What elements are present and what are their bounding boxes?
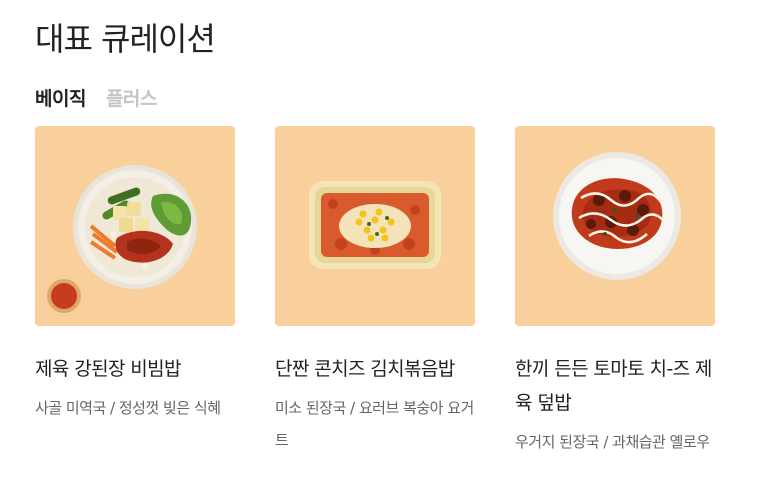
curation-tabs: 베이직 플러스	[35, 84, 157, 111]
product-image-tomato-cheese[interactable]	[515, 126, 715, 326]
tab-basic[interactable]: 베이직	[35, 84, 86, 111]
product-image-bibimbap[interactable]	[35, 126, 235, 326]
product-card[interactable]: 단짠 콘치즈 김치볶음밥 미소 된장국 / 요러브 복숭아 요거트	[275, 126, 475, 456]
product-sides: 우거지 된장국 / 과채습관 옐로우	[515, 433, 710, 451]
product-name[interactable]: 한끼 든든 토마토 치-즈 제육 덮밥	[515, 352, 715, 420]
tomato-cheese-plate-icon	[553, 152, 681, 280]
product-sides: 미소 된장국 / 요러브 복숭아 요거트	[275, 399, 474, 449]
product-card[interactable]: 한끼 든든 토마토 치-즈 제육 덮밥 우거지 된장국 / 과채습관 옐로우	[515, 126, 715, 458]
product-sides: 사골 미역국 / 정성껏 빚은 식혜	[35, 399, 221, 417]
section-title: 대표 큐레이션	[35, 20, 216, 58]
product-name[interactable]: 제육 강된장 비빔밥	[35, 352, 235, 386]
kimchi-rice-tray-icon	[309, 181, 441, 269]
tab-plus[interactable]: 플러스	[106, 84, 157, 111]
product-name[interactable]: 단짠 콘치즈 김치볶음밥	[275, 352, 475, 386]
product-image-kimchi-rice[interactable]	[275, 126, 475, 326]
product-card[interactable]: 제육 강된장 비빔밥 사골 미역국 / 정성껏 빚은 식혜	[35, 126, 235, 424]
bibimbap-bowl-icon	[47, 165, 197, 313]
